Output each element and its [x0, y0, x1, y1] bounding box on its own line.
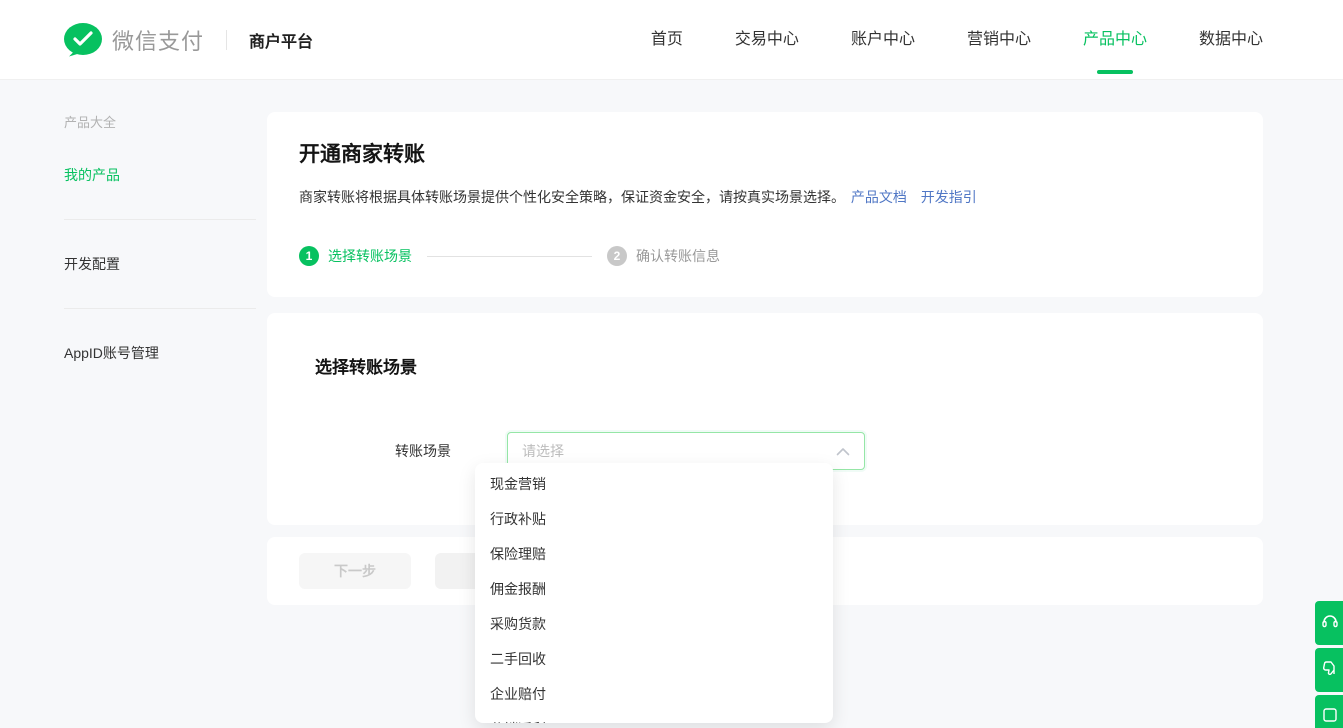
sidebar-item-appid-management[interactable]: AppID账号管理: [64, 335, 267, 371]
logo-text: 微信支付: [112, 24, 204, 56]
nav-item-account-center[interactable]: 账户中心: [851, 22, 915, 58]
sidebar: 产品大全 我的产品 开发配置 AppID账号管理: [0, 80, 267, 371]
sidebar-divider: [64, 308, 256, 309]
nav-item-home[interactable]: 首页: [651, 22, 683, 58]
header-divider: [226, 30, 227, 50]
page-description: 商家转账将根据具体转账场景提供个性化安全策略，保证资金安全，请按真实场景选择。 …: [299, 186, 1231, 208]
dropdown-option-commission[interactable]: 佣金报酬: [475, 572, 833, 607]
nav-item-product-center[interactable]: 产品中心: [1083, 22, 1147, 58]
step-2: 2 确认转账信息: [607, 246, 720, 266]
top-nav: 首页 交易中心 账户中心 营销中心 产品中心 数据中心: [651, 22, 1263, 58]
customer-service-icon: [1321, 612, 1339, 635]
thumb-feedback-icon: [1321, 659, 1339, 682]
dropdown-option-secondhand-recycle[interactable]: 二手回收: [475, 642, 833, 677]
page-title: 开通商家转账: [299, 138, 1231, 168]
dropdown-option-distribution-rebate[interactable]: 分销返利: [475, 712, 833, 723]
platform-name: 商户平台: [249, 28, 313, 52]
next-step-button[interactable]: 下一步: [299, 553, 411, 589]
sidebar-item-dev-config[interactable]: 开发配置: [64, 246, 267, 282]
dropdown-option-admin-subsidy[interactable]: 行政补贴: [475, 502, 833, 537]
dropdown-option-enterprise-compensation[interactable]: 企业赔付: [475, 677, 833, 712]
nav-item-transaction-center[interactable]: 交易中心: [735, 22, 799, 58]
floating-widget-bar: [1315, 601, 1343, 728]
step-1-label: 选择转账场景: [328, 246, 412, 266]
chevron-up-icon: [836, 447, 850, 456]
transfer-scene-dropdown: 现金营销 行政补贴 保险理赔 佣金报酬 采购货款 二手回收 企业赔付 分销返利: [475, 463, 833, 723]
nav-item-data-center[interactable]: 数据中心: [1199, 22, 1263, 58]
feedback-button[interactable]: [1315, 648, 1343, 692]
step-2-circle: 2: [607, 246, 627, 266]
step-1: 1 选择转账场景: [299, 246, 412, 266]
top-header: 微信支付 商户平台 首页 交易中心 账户中心 营销中心 产品中心 数据中心: [0, 0, 1343, 80]
customer-service-button[interactable]: [1315, 601, 1343, 645]
step-1-circle: 1: [299, 246, 319, 266]
step-indicator: 1 选择转账场景 2 确认转账信息: [299, 246, 1231, 266]
dropdown-option-cash-marketing[interactable]: 现金营销: [475, 467, 833, 502]
product-doc-link[interactable]: 产品文档: [851, 189, 907, 205]
wechat-pay-logo-icon: [64, 23, 102, 57]
dev-guide-link[interactable]: 开发指引: [921, 189, 977, 205]
wechat-pay-logo[interactable]: 微信支付: [64, 23, 204, 57]
more-icon: [1321, 706, 1339, 728]
step-2-label: 确认转账信息: [636, 246, 720, 266]
form-title: 选择转账场景: [299, 353, 1231, 378]
select-placeholder: 请选择: [522, 441, 836, 461]
transfer-scene-label: 转账场景: [395, 441, 507, 461]
more-widget-button[interactable]: [1315, 695, 1343, 728]
intro-card: 开通商家转账 商家转账将根据具体转账场景提供个性化安全策略，保证资金安全，请按真…: [267, 112, 1263, 297]
sidebar-divider: [64, 219, 256, 220]
nav-item-marketing-center[interactable]: 营销中心: [967, 22, 1031, 58]
page-description-text: 商家转账将根据具体转账场景提供个性化安全策略，保证资金安全，请按真实场景选择。: [299, 189, 845, 205]
dropdown-option-procurement[interactable]: 采购货款: [475, 607, 833, 642]
sidebar-section-products[interactable]: 产品大全: [64, 112, 267, 131]
sidebar-item-my-products[interactable]: 我的产品: [64, 157, 267, 193]
step-connector-line: [427, 256, 592, 257]
dropdown-option-insurance-claim[interactable]: 保险理赔: [475, 537, 833, 572]
